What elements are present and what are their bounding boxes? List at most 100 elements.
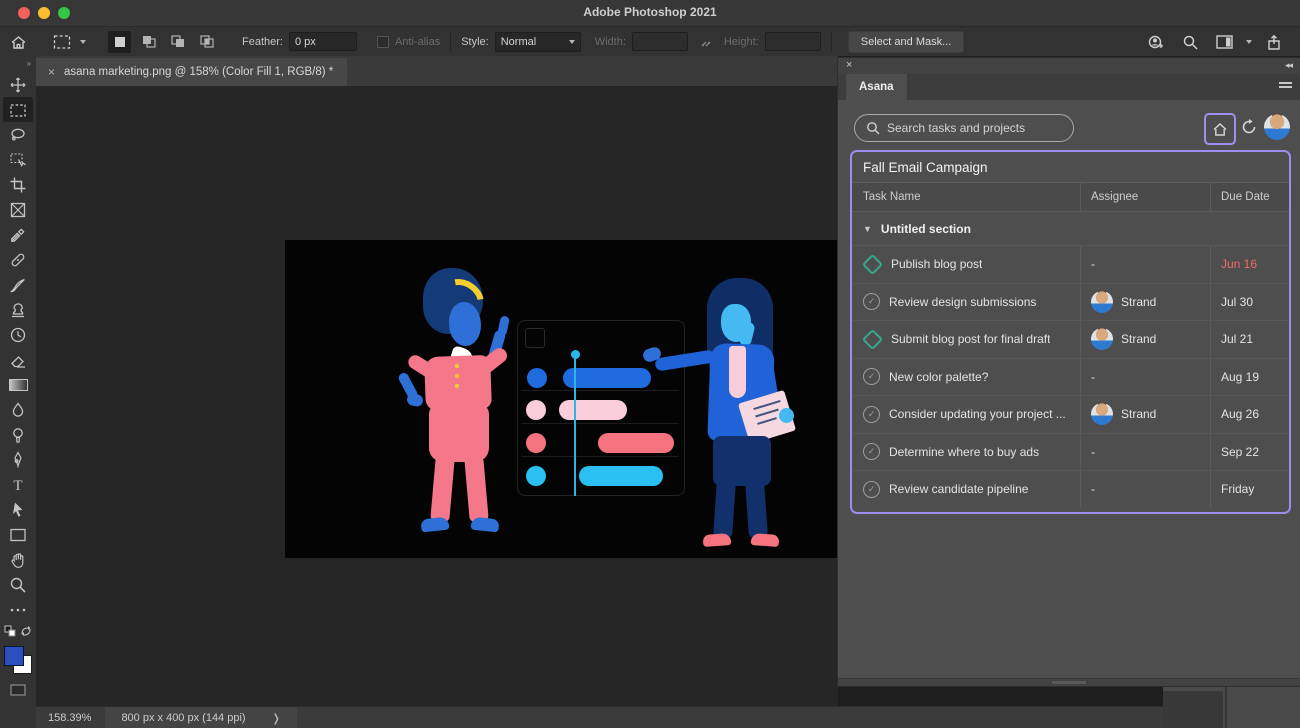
asana-panel-resize-bar[interactable] xyxy=(838,678,1300,686)
rectangle-tool-icon[interactable] xyxy=(3,522,33,547)
select-and-mask-button[interactable]: Select and Mask... xyxy=(848,31,965,53)
crop-tool-icon[interactable] xyxy=(3,172,33,197)
anti-alias-checkbox[interactable] xyxy=(377,36,389,48)
task-status-icon[interactable]: ✓ xyxy=(863,481,880,498)
asana-home-button[interactable] xyxy=(1204,113,1236,145)
search-icon[interactable] xyxy=(1178,31,1202,53)
section-caret-icon[interactable]: ▼ xyxy=(863,224,872,234)
task-name: Review design submissions xyxy=(889,295,1036,309)
status-bar: 158.39% 800 px x 400 px (144 ppi) ❭ xyxy=(36,706,1300,728)
workspace-chevron-icon[interactable] xyxy=(1246,40,1252,44)
user-avatar[interactable] xyxy=(1264,114,1290,140)
refresh-button[interactable] xyxy=(1238,116,1260,138)
task-name: Consider updating your project ... xyxy=(889,407,1066,421)
eraser-tool-icon[interactable] xyxy=(3,347,33,372)
task-status-icon[interactable]: ✓ xyxy=(863,443,880,460)
column-task-name[interactable]: Task Name xyxy=(852,183,1080,211)
gradient-tool-icon[interactable] xyxy=(3,372,33,397)
move-tool-icon[interactable] xyxy=(3,72,33,97)
new-selection-button[interactable] xyxy=(108,31,131,53)
document-info[interactable]: 800 px x 400 px (144 ppi) ❭ xyxy=(105,707,296,728)
status-chevron-icon[interactable]: ❭ xyxy=(272,712,281,725)
zoom-level[interactable]: 158.39% xyxy=(36,712,105,724)
due-date: Jun 16 xyxy=(1210,246,1289,283)
assignee-name: Strand xyxy=(1121,295,1156,309)
project-title[interactable]: Fall Email Campaign xyxy=(852,152,1289,183)
section-row[interactable]: ▼ Untitled section xyxy=(852,212,1289,246)
frame-tool-icon[interactable] xyxy=(3,197,33,222)
swap-colors-icon[interactable] xyxy=(20,624,32,642)
type-tool-icon[interactable]: T xyxy=(3,472,33,497)
task-status-icon[interactable] xyxy=(862,329,883,350)
assignee-avatar xyxy=(1091,328,1113,350)
link-dimensions-icon[interactable] xyxy=(694,31,718,53)
edit-toolbar-icon[interactable] xyxy=(3,597,33,622)
height-input[interactable] xyxy=(765,32,821,51)
feather-input[interactable]: 0 px xyxy=(289,32,357,51)
asana-tab[interactable]: Asana xyxy=(846,74,907,100)
column-assignee[interactable]: Assignee xyxy=(1080,183,1210,211)
table-row[interactable]: ✓ Determine where to buy ads - Sep 22 xyxy=(852,434,1289,472)
home-screen-button[interactable] xyxy=(6,31,30,53)
clone-stamp-tool-icon[interactable] xyxy=(3,297,33,322)
table-header: Task Name Assignee Due Date xyxy=(852,183,1289,212)
document-tab[interactable]: × asana marketing.png @ 158% (Color Fill… xyxy=(36,58,347,86)
history-brush-tool-icon[interactable] xyxy=(3,322,33,347)
table-row[interactable]: ✓ Consider updating your project ... Str… xyxy=(852,396,1289,434)
due-date: Friday xyxy=(1210,471,1289,508)
collapse-tools-icon[interactable]: » xyxy=(27,59,36,68)
asana-tab-row: Asana xyxy=(838,74,1300,100)
assignee-name: Strand xyxy=(1121,332,1156,346)
search-placeholder: Search tasks and projects xyxy=(887,121,1025,135)
eyedropper-tool-icon[interactable] xyxy=(3,222,33,247)
blur-tool-icon[interactable] xyxy=(3,397,33,422)
workspace-switcher-icon[interactable] xyxy=(1212,31,1236,53)
options-bar: Feather: 0 px Anti-alias Style: Normal W… xyxy=(0,27,1300,57)
zoom-tool-icon[interactable] xyxy=(3,572,33,597)
path-selection-tool-icon[interactable] xyxy=(3,497,33,522)
screen-mode-icon[interactable] xyxy=(3,677,33,702)
rectangular-marquee-tool-icon[interactable] xyxy=(3,97,33,122)
active-tool-icon[interactable] xyxy=(50,31,74,53)
lasso-tool-icon[interactable] xyxy=(3,122,33,147)
asana-panel-collapse-icon[interactable]: ◂◂ xyxy=(1285,60,1292,71)
table-row[interactable]: ✓ New color palette? - Aug 19 xyxy=(852,359,1289,397)
default-colors-icon[interactable] xyxy=(4,624,16,642)
tab-close-icon[interactable]: × xyxy=(48,65,55,79)
asana-panel-menu-icon[interactable] xyxy=(1279,82,1292,88)
table-row[interactable]: ✓ Review design submissions Strand Jul 3… xyxy=(852,284,1289,322)
share-image-icon[interactable] xyxy=(1144,31,1168,53)
brush-tool-icon[interactable] xyxy=(3,272,33,297)
add-to-selection-button[interactable] xyxy=(137,31,160,53)
style-select[interactable]: Normal xyxy=(495,32,581,52)
height-label: Height: xyxy=(724,36,759,48)
table-row[interactable]: Submit blog post for final draft Strand … xyxy=(852,321,1289,359)
hand-tool-icon[interactable] xyxy=(3,547,33,572)
table-row[interactable]: Publish blog post - Jun 16 xyxy=(852,246,1289,284)
task-status-icon[interactable]: ✓ xyxy=(863,368,880,385)
dodge-tool-icon[interactable] xyxy=(3,422,33,447)
tool-rail: » xyxy=(0,56,37,728)
assignee-name: - xyxy=(1091,445,1095,459)
intersect-selection-button[interactable] xyxy=(195,31,218,53)
document-image[interactable] xyxy=(285,240,838,558)
asana-panel-close-icon[interactable]: × xyxy=(846,59,852,71)
object-selection-tool-icon[interactable] xyxy=(3,147,33,172)
column-due-date[interactable]: Due Date xyxy=(1210,183,1289,211)
foreground-color-swatch[interactable] xyxy=(4,646,24,666)
subtract-from-selection-button[interactable] xyxy=(166,31,189,53)
search-input[interactable]: Search tasks and projects xyxy=(854,114,1074,142)
due-date: Sep 22 xyxy=(1210,434,1289,471)
tool-preset-chevron-icon[interactable] xyxy=(80,40,86,44)
table-row[interactable]: ✓ Review candidate pipeline - Friday xyxy=(852,471,1289,508)
spot-healing-brush-tool-icon[interactable] xyxy=(3,247,33,272)
task-status-icon[interactable]: ✓ xyxy=(863,406,880,423)
share-export-icon[interactable] xyxy=(1262,31,1286,53)
pen-tool-icon[interactable] xyxy=(3,447,33,472)
assignee-name: - xyxy=(1091,257,1095,271)
task-status-icon[interactable]: ✓ xyxy=(863,293,880,310)
asana-panel-titlebar: × ◂◂ xyxy=(838,58,1300,74)
task-status-icon[interactable] xyxy=(862,254,883,275)
assignee-name: Strand xyxy=(1121,407,1156,421)
width-input[interactable] xyxy=(632,32,688,51)
